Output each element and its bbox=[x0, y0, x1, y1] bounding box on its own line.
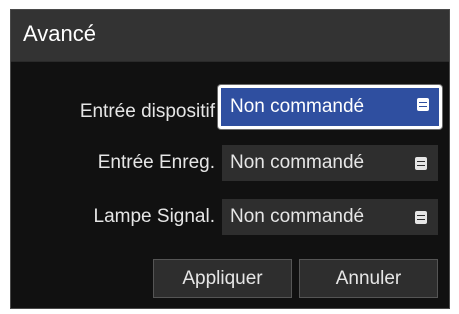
record-input-label: Entrée Enreg. bbox=[97, 152, 215, 173]
dialog-titlebar: Avancé bbox=[11, 10, 449, 62]
menu-icon bbox=[415, 211, 427, 224]
apply-button[interactable]: Appliquer bbox=[153, 259, 292, 298]
signal-lamp-label: Lampe Signal. bbox=[93, 206, 215, 227]
record-input-value: Non commandé bbox=[230, 152, 365, 173]
menu-icon bbox=[417, 98, 429, 111]
device-input-value: Non commandé bbox=[230, 96, 365, 117]
dialog-title: Avancé bbox=[23, 21, 96, 46]
menu-icon bbox=[415, 157, 427, 170]
cancel-button[interactable]: Annuler bbox=[299, 259, 438, 298]
signal-lamp-value: Non commandé bbox=[230, 206, 365, 227]
advanced-dialog: Avancé Entrée dispositif Non commandé En… bbox=[10, 9, 450, 309]
record-input-select[interactable]: Non commandé bbox=[222, 145, 438, 181]
device-input-label: Entrée dispositif bbox=[79, 101, 215, 122]
device-input-select[interactable]: Non commandé bbox=[218, 85, 442, 129]
signal-lamp-select[interactable]: Non commandé bbox=[222, 199, 438, 235]
